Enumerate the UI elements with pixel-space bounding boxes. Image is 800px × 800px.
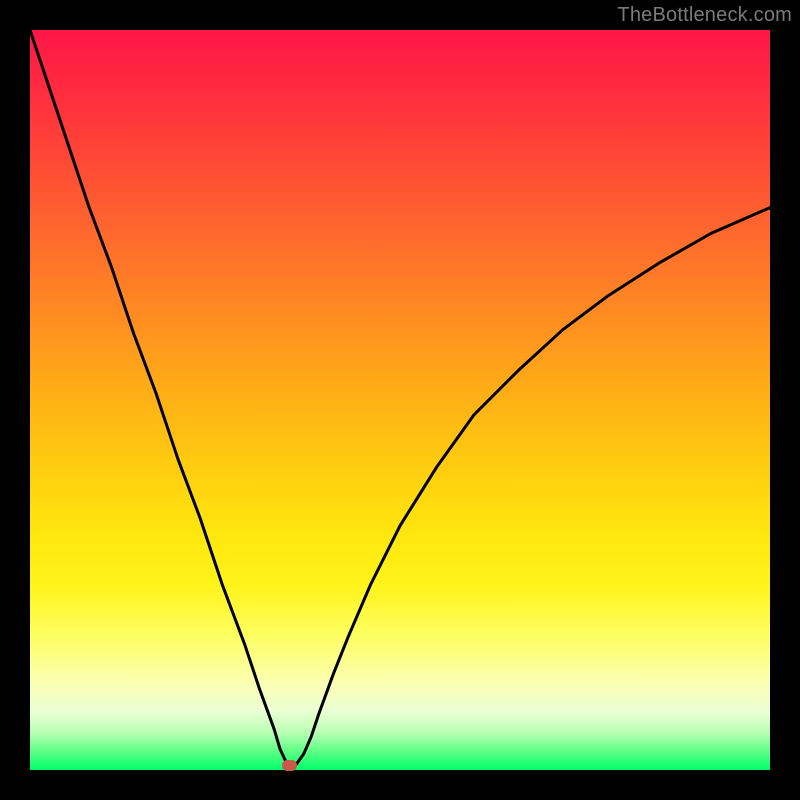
bottleneck-marker: [282, 760, 297, 771]
bottleneck-curve: [30, 30, 770, 770]
chart-plot-area: [30, 30, 770, 770]
watermark-text: TheBottleneck.com: [617, 4, 792, 27]
chart-frame: TheBottleneck.com: [0, 0, 800, 800]
